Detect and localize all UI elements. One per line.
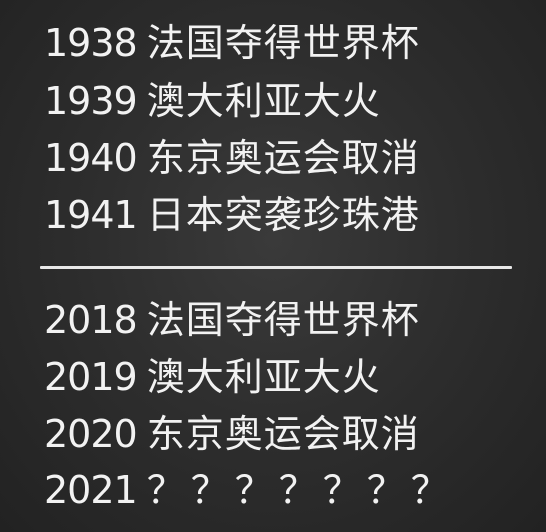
event-text: 澳大利亚大火 — [146, 355, 381, 399]
event-text: 东京奥运会取消 — [146, 136, 420, 180]
year-label: 2021 — [44, 468, 138, 512]
year-label: 1941 — [44, 193, 138, 237]
history-row-1940: 1940 东京奥运会取消 — [44, 134, 420, 182]
recent-row-2021: 2021？？？？？？？ — [44, 466, 455, 514]
recent-row-2019: 2019 澳大利亚大火 — [44, 353, 381, 401]
event-unknown: ？？？？？？？ — [146, 468, 455, 512]
recent-row-2018: 2018 法国夺得世界杯 — [44, 296, 420, 344]
event-text: 法国夺得世界杯 — [146, 298, 420, 342]
year-label: 1940 — [44, 136, 138, 180]
year-label: 1939 — [44, 79, 138, 123]
chalkboard: 1938 法国夺得世界杯 1939 澳大利亚大火 1940 东京奥运会取消 1941 日… — [0, 0, 546, 532]
history-row-1941: 1941 日本突袭珍珠港 — [44, 191, 420, 239]
year-label: 2018 — [44, 298, 138, 342]
event-text: 东京奥运会取消 — [146, 412, 420, 456]
history-row-1938: 1938 法国夺得世界杯 — [44, 19, 420, 67]
event-text: 法国夺得世界杯 — [146, 21, 420, 65]
recent-row-2020: 2020 东京奥运会取消 — [44, 410, 420, 458]
divider-line — [40, 266, 512, 269]
year-label: 2019 — [44, 355, 138, 399]
year-label: 2020 — [44, 412, 138, 456]
year-label: 1938 — [44, 21, 138, 65]
event-text: 日本突袭珍珠港 — [146, 193, 420, 237]
event-text: 澳大利亚大火 — [146, 79, 381, 123]
history-row-1939: 1939 澳大利亚大火 — [44, 77, 381, 125]
